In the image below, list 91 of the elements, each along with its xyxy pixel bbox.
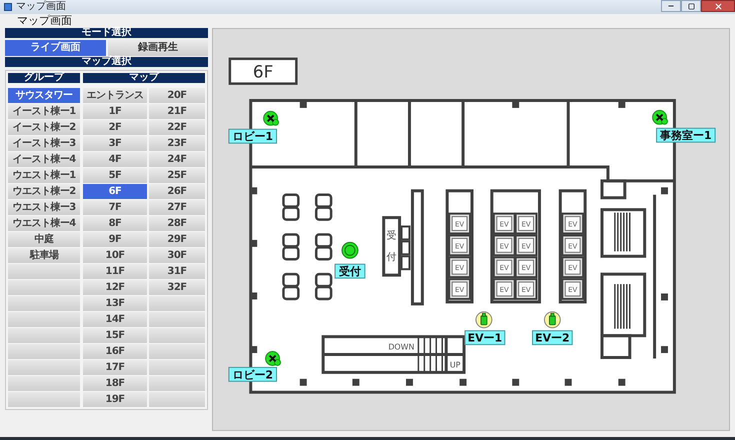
section-header: モード選択 — [5, 28, 208, 38]
floor-button[interactable]: エントランス — [83, 88, 147, 103]
empty-button[interactable] — [149, 296, 205, 311]
floor-button[interactable]: 17F — [83, 360, 147, 375]
maximize-button[interactable] — [681, 0, 701, 12]
camera-marker-icon[interactable] — [652, 110, 668, 125]
empty-button[interactable] — [8, 376, 80, 391]
elevator-marker-icon[interactable] — [544, 311, 561, 328]
empty-button[interactable] — [8, 280, 80, 295]
counter-label: 付 — [386, 252, 397, 264]
close-icon — [714, 2, 722, 10]
camera-marker-icon[interactable] — [263, 110, 279, 126]
section-header: マップ選択 — [5, 57, 208, 67]
floor-button[interactable]: 23F — [149, 136, 205, 151]
stairs-label: DOWN — [388, 342, 414, 352]
floor-button[interactable]: 3F — [83, 136, 147, 151]
empty-button[interactable] — [8, 264, 80, 279]
location-label: 事務室ー1 — [656, 128, 716, 143]
floor-button[interactable]: 10F — [83, 248, 147, 263]
empty-button[interactable] — [149, 312, 205, 327]
empty-button[interactable] — [149, 392, 205, 407]
camera-marker-icon[interactable] — [265, 351, 281, 366]
group-button[interactable]: 駐車場 — [8, 248, 80, 263]
floor-button[interactable]: 13F — [83, 296, 147, 311]
floor-button[interactable]: 15F — [83, 328, 147, 343]
floor-button[interactable]: 30F — [149, 248, 205, 263]
group-button[interactable]: イースト棟ー1 — [8, 104, 80, 119]
floor-button[interactable]: 24F — [149, 152, 205, 167]
empty-button[interactable] — [8, 360, 80, 375]
empty-button[interactable] — [149, 376, 205, 391]
close-button[interactable] — [701, 0, 735, 12]
empty-button[interactable] — [8, 392, 80, 407]
floor-button[interactable]: 21F — [149, 104, 205, 119]
floor-button[interactable]: 12F — [83, 280, 147, 295]
floor-button[interactable]: 9F — [83, 232, 147, 247]
group-button[interactable]: ウエスト棟ー2 — [8, 184, 80, 199]
floor-button[interactable]: 22F — [149, 120, 205, 135]
floor-button[interactable]: 20F — [149, 88, 205, 103]
floor-button[interactable]: 14F — [83, 312, 147, 327]
floor-button[interactable]: 6F — [83, 184, 147, 199]
location-label: EVー1 — [464, 330, 506, 346]
group-button[interactable]: イースト棟ー2 — [8, 120, 80, 135]
floor-button[interactable]: 16F — [83, 344, 147, 359]
empty-button[interactable] — [8, 328, 80, 343]
app-icon — [4, 3, 12, 11]
empty-button[interactable] — [149, 328, 205, 343]
floor-button[interactable]: 27F — [149, 200, 205, 215]
mode-tab[interactable]: ライブ画面 — [5, 40, 106, 56]
floor-title: 6F — [228, 58, 298, 85]
floor-button[interactable]: 18F — [83, 376, 147, 391]
location-label: 受付 — [334, 264, 366, 279]
floor-button[interactable]: 4F — [83, 152, 147, 167]
floor-button[interactable]: 7F — [83, 200, 147, 215]
group-button[interactable]: イースト棟ー4 — [8, 152, 80, 167]
floor-button[interactable]: 11F — [83, 264, 147, 279]
floor-button[interactable]: 29F — [149, 232, 205, 247]
location-label: ロビー2 — [228, 366, 277, 382]
group-button[interactable]: イースト棟ー3 — [8, 136, 80, 151]
screen-heading: マップ画面 — [17, 15, 72, 26]
location-label: EVー2 — [532, 330, 573, 346]
floor-button[interactable]: 2F — [83, 120, 147, 135]
empty-button[interactable] — [8, 296, 80, 311]
elevator-marker-icon[interactable] — [475, 311, 492, 328]
floor-button[interactable]: 28F — [149, 216, 205, 231]
empty-button[interactable] — [8, 344, 80, 359]
counter-label: 受 — [386, 230, 397, 242]
floor-button[interactable]: 1F — [83, 104, 147, 119]
column-header: マップ — [83, 73, 205, 83]
location-label: ロビー1 — [228, 128, 277, 144]
stairs-label: UP — [450, 360, 460, 370]
group-button[interactable]: ウエスト棟ー4 — [8, 216, 80, 231]
maximize-icon — [688, 2, 694, 10]
floor-button[interactable]: 31F — [149, 264, 205, 279]
reception-marker-icon[interactable] — [342, 242, 358, 259]
empty-button[interactable] — [8, 312, 80, 327]
empty-button[interactable] — [149, 360, 205, 375]
group-button[interactable]: サウスタワー — [8, 88, 80, 103]
floor-button[interactable]: 25F — [149, 168, 205, 183]
column-header: グループ — [8, 73, 80, 83]
group-button[interactable]: 中庭 — [8, 232, 80, 247]
minimize-button[interactable] — [661, 0, 681, 12]
floor-button[interactable]: 5F — [83, 168, 147, 183]
floor-button[interactable]: 8F — [83, 216, 147, 231]
empty-button[interactable] — [149, 344, 205, 359]
floor-button[interactable]: 32F — [149, 280, 205, 295]
floor-button[interactable]: 26F — [149, 184, 205, 199]
window-title: マップ画面 — [16, 2, 66, 12]
group-button[interactable]: ウエスト棟ー3 — [8, 200, 80, 215]
mode-tab[interactable]: 録画再生 — [108, 40, 208, 56]
floor-button[interactable]: 19F — [83, 392, 147, 407]
group-button[interactable]: ウエスト棟ー1 — [8, 168, 80, 183]
